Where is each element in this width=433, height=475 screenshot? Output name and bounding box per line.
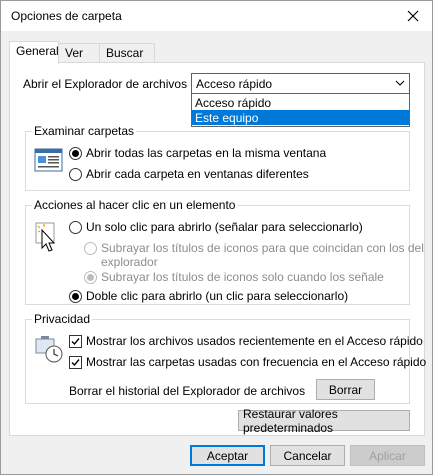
dialog-body: General Ver Buscar Abrir el Explorador d… xyxy=(1,31,432,474)
button-label: Cancelar xyxy=(283,448,332,463)
option-label: Acceso rápido xyxy=(195,96,272,110)
radio-label: Subrayar los títulos de iconos solo cuan… xyxy=(101,270,384,284)
cursor-click-icon xyxy=(35,222,56,252)
tab-label: General xyxy=(16,44,59,58)
open-explorer-combobox[interactable]: Acceso rápido xyxy=(191,73,410,94)
button-label: Aplicar xyxy=(369,448,406,463)
tab-label: Buscar xyxy=(106,46,144,60)
combobox-value: Acceso rápido xyxy=(196,77,273,91)
checkmark-icon xyxy=(71,337,80,345)
radio-underline-on-point[interactable]: Subrayar los títulos de iconos solo cuan… xyxy=(84,270,384,284)
dropdown-option-quick-access[interactable]: Acceso rápido xyxy=(192,95,409,110)
radio-indicator xyxy=(84,270,97,284)
close-button[interactable] xyxy=(400,4,426,28)
checkbox-indicator xyxy=(69,334,82,348)
ok-button[interactable]: Aceptar xyxy=(190,445,265,466)
radio-indicator xyxy=(69,167,82,181)
close-icon xyxy=(407,10,419,22)
button-label: Aceptar xyxy=(206,448,249,463)
checkmark-icon xyxy=(71,358,80,366)
radio-underline-consistent[interactable]: Subrayar los títulos de iconos para que … xyxy=(84,241,424,255)
general-tab-panel: Abrir el Explorador de archivos en: Acce… xyxy=(9,62,426,436)
clear-history-button[interactable]: Borrar xyxy=(316,379,375,400)
cancel-button[interactable]: Cancelar xyxy=(270,445,345,466)
button-label: Borrar xyxy=(328,382,363,397)
checkbox-show-recent-files[interactable]: Mostrar los archivos usados recientement… xyxy=(69,334,423,348)
radio-indicator xyxy=(69,146,82,160)
folder-options-dialog: Opciones de carpeta General Ver Buscar A… xyxy=(0,0,433,475)
radio-indicator xyxy=(69,220,82,234)
restore-defaults-button[interactable]: Restaurar valores predeterminados xyxy=(238,407,410,435)
radio-double-click[interactable]: Doble clic para abrirlo (un clic para se… xyxy=(69,289,348,303)
group-title: Privacidad xyxy=(32,312,93,326)
button-label: Restaurar valores predeterminados xyxy=(243,406,338,435)
click-actions-group: Acciones al hacer clic en un elemento Un… xyxy=(25,198,424,305)
checkbox-show-frequent-folders[interactable]: Mostrar las carpetas usadas con frecuenc… xyxy=(69,355,426,369)
browse-folders-group: Examinar carpetas Abrir todas las carpet… xyxy=(25,124,410,191)
radio-indicator xyxy=(69,289,82,303)
privacy-history-icon xyxy=(35,336,63,363)
checkbox-label: Mostrar las carpetas usadas con frecuenc… xyxy=(86,355,427,369)
radio-label: Doble clic para abrirlo (un clic para se… xyxy=(86,289,349,303)
dropdown-option-this-pc[interactable]: Este equipo xyxy=(192,110,409,125)
option-label: Este equipo xyxy=(195,111,259,125)
window-title: Opciones de carpeta xyxy=(11,9,122,23)
radio-same-window[interactable]: Abrir todas las carpetas en la misma ven… xyxy=(69,146,326,160)
radio-label: Abrir todas las carpetas en la misma ven… xyxy=(86,146,327,160)
open-explorer-dropdown: Acceso rápido Este equipo xyxy=(191,93,410,127)
radio-indicator xyxy=(84,241,97,255)
tab-search[interactable]: Buscar xyxy=(99,43,155,62)
radio-single-click[interactable]: Un solo clic para abrirlo (señalar para … xyxy=(69,220,363,234)
apply-button[interactable]: Aplicar xyxy=(350,445,425,466)
group-title: Examinar carpetas xyxy=(32,124,137,138)
open-explorer-label: Abrir el Explorador de archivos en: xyxy=(23,77,208,91)
radio-label: Un solo clic para abrirlo (señalar para … xyxy=(86,220,363,234)
radio-label: Subrayar los títulos de iconos para que … xyxy=(101,241,424,255)
checkbox-label: Mostrar los archivos usados recientement… xyxy=(86,334,423,348)
folder-window-icon xyxy=(34,148,63,172)
title-bar: Opciones de carpeta xyxy=(1,1,432,31)
radio-label: Abrir cada carpeta en ventanas diferente… xyxy=(86,167,309,181)
radio-label-continuation: explorador xyxy=(101,255,158,269)
radio-different-windows[interactable]: Abrir cada carpeta en ventanas diferente… xyxy=(69,167,309,181)
tab-general[interactable]: General xyxy=(9,41,59,64)
tab-label: Ver xyxy=(65,46,84,60)
tab-view[interactable]: Ver xyxy=(58,43,100,62)
clear-history-label: Borrar el historial del Explorador de ar… xyxy=(69,384,306,398)
checkbox-indicator xyxy=(69,355,82,369)
group-title: Acciones al hacer clic en un elemento xyxy=(32,198,238,212)
chevron-down-icon xyxy=(395,80,405,86)
privacy-group: Privacidad Mostrar los archivos usados r… xyxy=(25,312,426,404)
